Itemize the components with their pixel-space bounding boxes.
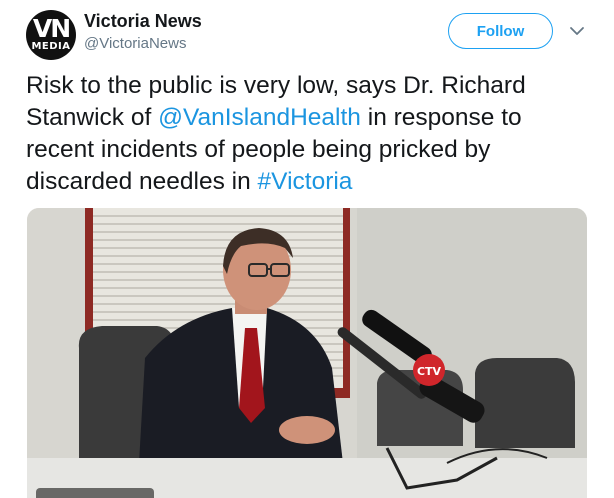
avatar[interactable]: VN MEDIA — [26, 10, 76, 60]
video-frame: CTV — [27, 208, 587, 498]
mention-link[interactable]: @VanIslandHealth — [158, 104, 361, 131]
follow-button[interactable]: Follow — [448, 13, 553, 49]
hashtag-link[interactable]: #Victoria — [258, 168, 353, 195]
tweet-header: VN MEDIA Victoria News @VictoriaNews Fol… — [0, 0, 614, 62]
microphone-logo: CTV — [417, 365, 442, 378]
avatar-logo-bottom: MEDIA — [31, 41, 71, 52]
video-player[interactable]: CTV — [27, 208, 587, 498]
account-name[interactable]: Victoria News — [84, 11, 202, 32]
chevron-down-icon[interactable] — [568, 22, 586, 40]
avatar-logo-top: VN — [32, 14, 71, 43]
account-handle[interactable]: @VictoriaNews — [84, 35, 186, 52]
video-timestamp-overlay — [36, 488, 154, 498]
tweet-text: Risk to the public is very low, says Dr.… — [26, 70, 596, 198]
